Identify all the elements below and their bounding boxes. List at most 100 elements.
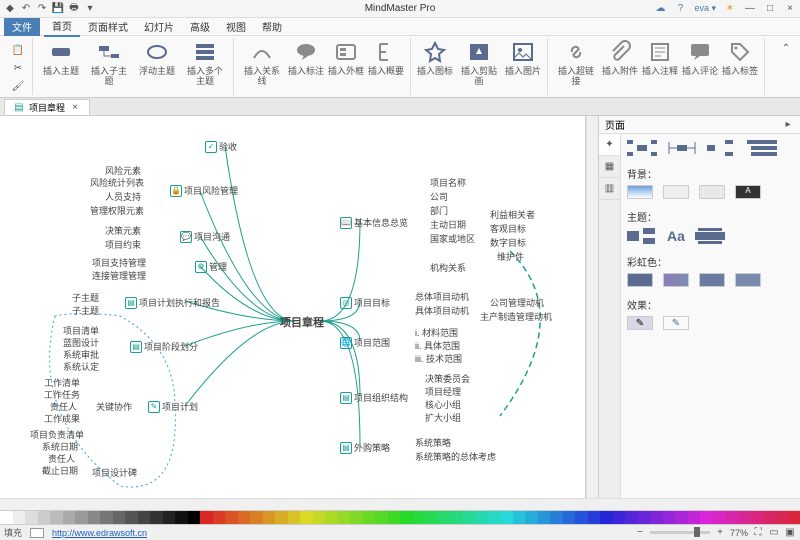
insert-note-button[interactable]: 插入注释 <box>642 38 678 76</box>
insert-subtopic-button[interactable]: 插入子主题 <box>87 38 131 86</box>
color-swatch[interactable] <box>325 511 338 524</box>
color-swatch[interactable] <box>63 511 76 524</box>
close-icon[interactable]: × <box>784 3 796 15</box>
leaf[interactable]: 管理权限元素 <box>90 204 144 217</box>
node[interactable]: ▤项目计划执行和报告 <box>125 296 220 309</box>
leaf[interactable]: 项目经理 <box>425 385 461 398</box>
color-swatch[interactable] <box>688 511 701 524</box>
layout-opt-3[interactable] <box>707 140 737 156</box>
color-swatch[interactable] <box>313 511 326 524</box>
leaf[interactable]: 维护件 <box>497 250 524 263</box>
color-swatch[interactable] <box>438 511 451 524</box>
node[interactable]: ◎项目目标 <box>340 296 390 309</box>
color-swatch[interactable] <box>613 511 626 524</box>
leaf[interactable]: 子主题 <box>72 304 99 317</box>
print-icon[interactable]: 🖶 <box>68 3 80 15</box>
leaf[interactable]: 截止日期 <box>42 464 78 477</box>
leaf[interactable]: 子主题 <box>72 291 99 304</box>
color-swatch[interactable] <box>500 511 513 524</box>
color-swatch[interactable] <box>488 511 501 524</box>
bg-opt-1[interactable] <box>627 185 653 199</box>
color-swatch[interactable] <box>0 511 13 524</box>
leaf[interactable]: ii. 具体范围 <box>415 339 460 352</box>
insert-topic-button[interactable]: 插入主题 <box>39 38 83 76</box>
bg-opt-4[interactable]: A <box>735 185 761 199</box>
color-swatch[interactable] <box>288 511 301 524</box>
brush-icon[interactable]: 🖌 <box>10 78 26 94</box>
leaf[interactable]: 核心小组 <box>425 398 461 411</box>
color-swatch[interactable] <box>363 511 376 524</box>
tab-page-style[interactable]: 页面样式 <box>80 17 136 36</box>
leaf[interactable]: 项目支持管理 <box>92 256 146 269</box>
color-swatch[interactable] <box>113 511 126 524</box>
horizontal-scrollbar[interactable] <box>0 498 800 510</box>
leaf[interactable]: 主产制造管理动机 <box>480 310 552 323</box>
leaf[interactable]: 连接管理管理 <box>92 269 146 282</box>
document-tab[interactable]: ▤ 项目章程 × <box>4 99 90 115</box>
theme-opt-1[interactable] <box>627 228 657 244</box>
color-swatch[interactable] <box>775 511 788 524</box>
leaf[interactable]: 决策元素 <box>105 224 141 237</box>
color-swatch[interactable] <box>238 511 251 524</box>
leaf[interactable]: 部门 <box>430 204 448 217</box>
tab-slides[interactable]: 幻灯片 <box>136 17 182 36</box>
leaf[interactable]: 国家或地区 <box>430 232 475 245</box>
color-swatch[interactable] <box>525 511 538 524</box>
color-swatch[interactable] <box>413 511 426 524</box>
leaf[interactable]: 系统策略的总体考虑 <box>415 450 496 463</box>
tab-close-icon[interactable]: × <box>69 101 81 113</box>
color-swatch[interactable] <box>463 511 476 524</box>
leaf[interactable]: 人员支持 <box>105 190 141 203</box>
node[interactable]: ▤项目组织结构 <box>340 391 408 404</box>
color-swatch[interactable] <box>163 511 176 524</box>
color-swatch[interactable] <box>475 511 488 524</box>
effect-1[interactable]: ✎ <box>627 316 653 330</box>
node[interactable]: ✎项目计划 <box>148 400 198 413</box>
color-swatch[interactable] <box>213 511 226 524</box>
color-swatch[interactable] <box>450 511 463 524</box>
undo-icon[interactable]: ↶ <box>20 3 32 15</box>
leaf[interactable]: 项目名称 <box>430 176 466 189</box>
rainbow-3[interactable] <box>699 273 725 287</box>
color-swatch[interactable] <box>563 511 576 524</box>
theme-opt-3[interactable] <box>695 228 725 244</box>
leaf[interactable]: 公司 <box>430 190 448 203</box>
color-swatch[interactable] <box>513 511 526 524</box>
node[interactable]: ⚙管理 <box>195 260 227 273</box>
insert-clipart-button[interactable]: 插入剪贴画 <box>457 38 501 86</box>
color-swatch[interactable] <box>625 511 638 524</box>
rainbow-2[interactable] <box>663 273 689 287</box>
tab-help[interactable]: 帮助 <box>254 17 290 36</box>
color-swatch[interactable] <box>588 511 601 524</box>
more-icon[interactable]: ▾ <box>84 3 96 15</box>
leaf[interactable]: 工作成果 <box>44 412 80 425</box>
color-swatch[interactable] <box>250 511 263 524</box>
color-swatch[interactable] <box>75 511 88 524</box>
color-swatch[interactable] <box>763 511 776 524</box>
rainbow-1[interactable] <box>627 273 653 287</box>
vertical-scrollbar[interactable] <box>586 116 598 498</box>
leaf[interactable]: 系统认定 <box>63 360 99 373</box>
color-swatch[interactable] <box>388 511 401 524</box>
color-swatch[interactable] <box>200 511 213 524</box>
effect-2[interactable]: ✎ <box>663 316 689 330</box>
color-swatch[interactable] <box>375 511 388 524</box>
node[interactable]: 💬项目沟通 <box>180 230 230 243</box>
leaf[interactable]: 风险统计列表 <box>90 176 144 189</box>
leaf[interactable]: 扩大小组 <box>425 411 461 424</box>
color-swatch[interactable] <box>138 511 151 524</box>
insert-hyperlink-button[interactable]: 插入超链接 <box>554 38 598 86</box>
color-swatch[interactable] <box>675 511 688 524</box>
tab-view[interactable]: 视图 <box>218 17 254 36</box>
cloud-icon[interactable]: ☁ <box>654 3 666 15</box>
layout-opt-4[interactable] <box>747 140 777 156</box>
leaf[interactable]: 数字目标 <box>490 236 526 249</box>
insert-relation-button[interactable]: 插入关系线 <box>240 38 284 86</box>
color-swatch[interactable] <box>700 511 713 524</box>
settings-icon[interactable]: ✶ <box>724 3 736 15</box>
user-label[interactable]: eva ▾ <box>694 3 716 14</box>
color-swatch[interactable] <box>125 511 138 524</box>
color-swatch[interactable] <box>175 511 188 524</box>
color-swatch[interactable] <box>350 511 363 524</box>
color-strip[interactable] <box>0 510 800 524</box>
